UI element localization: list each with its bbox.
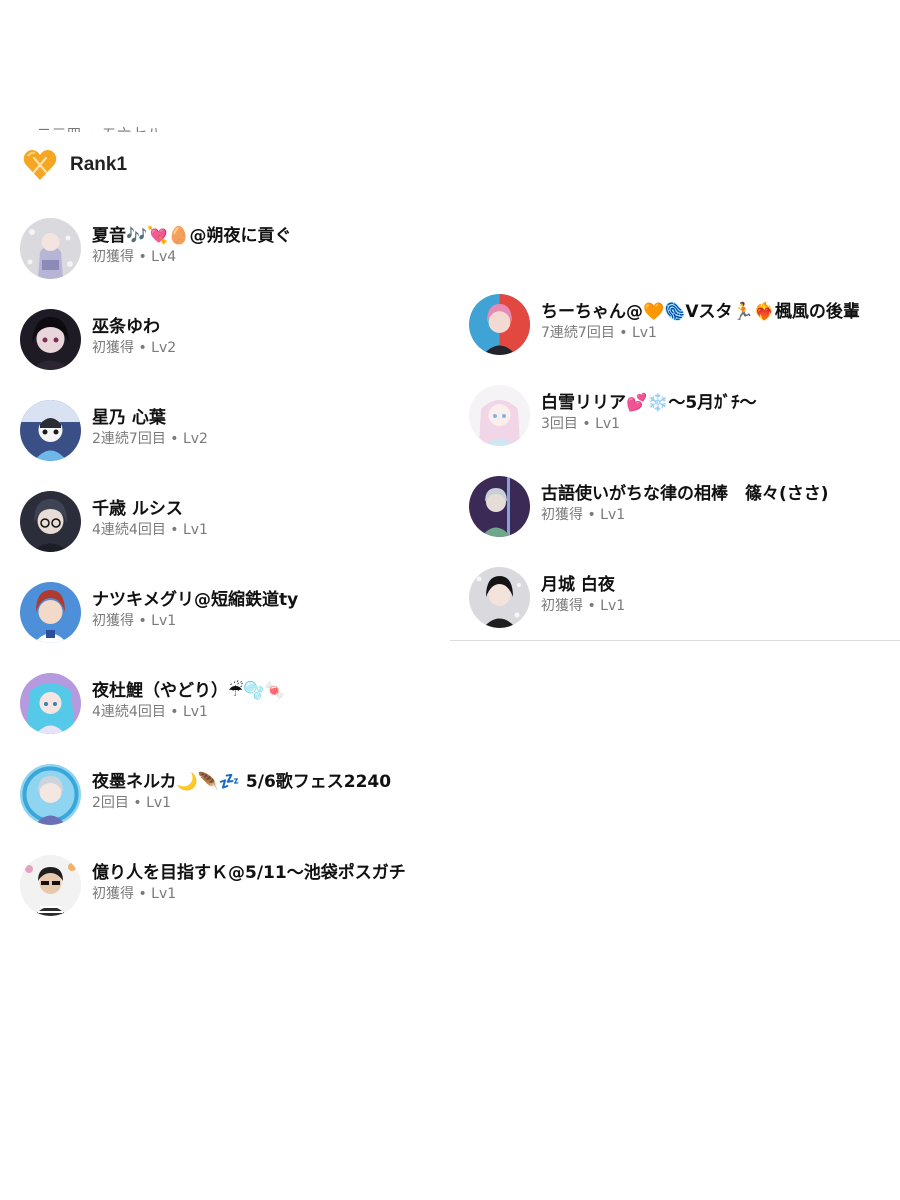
member-name: 巫条ゆわ [92, 317, 160, 337]
member-item[interactable]: 夏音🎶💘🥚@朔夜に貢ぐ 初獲得 • Lv4 [20, 218, 440, 309]
member-name: 夏音🎶💘🥚@朔夜に貢ぐ [92, 226, 292, 246]
member-avatar [20, 309, 81, 370]
rank-title: Rank1 [70, 154, 128, 175]
member-status: 2回目 • Lv1 [92, 795, 172, 811]
member-status: 4連続4回目 • Lv1 [92, 704, 208, 720]
member-status: 初獲得 • Lv1 [92, 886, 177, 902]
member-item[interactable]: 星乃 心葉 2連続7回目 • Lv2 [20, 400, 440, 491]
member-item[interactable]: 巫条ゆわ 初獲得 • Lv2 [20, 309, 440, 400]
member-status: 初獲得 • Lv2 [92, 340, 177, 356]
member-status: 4連続4回目 • Lv1 [92, 522, 208, 538]
member-name: 夜杜鯉（やどり）☔🫧🍬 [92, 681, 286, 701]
left-member-list: 夏音🎶💘🥚@朔夜に貢ぐ 初獲得 • Lv4 巫条ゆわ 初獲得 • Lv2 星乃 … [20, 218, 440, 946]
right-member-list: ちーちゃん@🧡🫆Vスタ🏃❤️‍🔥楓風の後輩 7連続7回目 • Lv1 白雪リリア… [469, 294, 900, 658]
member-item[interactable]: ちーちゃん@🧡🫆Vスタ🏃❤️‍🔥楓風の後輩 7連続7回目 • Lv1 [469, 294, 900, 385]
member-item[interactable]: ナツキメグリ@短縮鉄道ty 初獲得 • Lv1 [20, 582, 440, 673]
member-name: 古語使いがちな律の相棒 篠々(ささ) [541, 484, 829, 504]
member-avatar [20, 855, 81, 916]
member-item[interactable]: 白雪リリア💕❄️〜5月ｶﾞﾁ〜 3回目 • Lv1 [469, 385, 900, 476]
member-avatar [469, 567, 530, 628]
member-name: 白雪リリア💕❄️〜5月ｶﾞﾁ〜 [541, 393, 757, 413]
member-item[interactable]: 千歳 ルシス 4連続4回目 • Lv1 [20, 491, 440, 582]
member-item[interactable]: 億り人を目指すＫ@5/11〜池袋ポスガチ 初獲得 • Lv1 [20, 855, 440, 946]
member-avatar [469, 385, 530, 446]
member-name: 夜墨ネルカ🌙🪶💤 5/6歌フェス2240 [92, 772, 392, 792]
member-name: ナツキメグリ@短縮鉄道ty [92, 590, 299, 610]
member-item[interactable]: 夜墨ネルカ🌙🪶💤 5/6歌フェス2240 2回目 • Lv1 [20, 764, 440, 855]
cutoff-text: 一二三四 • 五六七八 [22, 124, 217, 132]
member-avatar [20, 673, 81, 734]
member-name: 星乃 心葉 [92, 408, 166, 428]
member-name: 億り人を目指すＫ@5/11〜池袋ポスガチ [92, 863, 406, 883]
member-item[interactable]: 夜杜鯉（やどり）☔🫧🍬 4連続4回目 • Lv1 [20, 673, 440, 764]
member-status: 初獲得 • Lv1 [541, 598, 626, 614]
rank-header: Rank1 [22, 143, 127, 187]
member-status: 初獲得 • Lv1 [92, 613, 177, 629]
member-avatar [469, 476, 530, 537]
member-avatar [20, 491, 81, 552]
member-item[interactable]: 古語使いがちな律の相棒 篠々(ささ) 初獲得 • Lv1 [469, 476, 900, 567]
member-avatar [20, 218, 81, 279]
member-status: 2連続7回目 • Lv2 [92, 431, 208, 447]
member-avatar [20, 582, 81, 643]
member-name: ちーちゃん@🧡🫆Vスタ🏃❤️‍🔥楓風の後輩 [541, 302, 860, 322]
member-status: 3回目 • Lv1 [541, 416, 621, 432]
member-name: 千歳 ルシス [92, 499, 183, 519]
section-divider [450, 640, 900, 641]
orange-heart-rank-icon [23, 150, 57, 180]
member-item[interactable]: 月城 白夜 初獲得 • Lv1 [469, 567, 900, 658]
cutoff-text-row: 一二三四 • 五六七八 [22, 118, 217, 132]
member-status: 初獲得 • Lv1 [541, 507, 626, 523]
member-status: 7連続7回目 • Lv1 [541, 325, 657, 341]
member-status: 初獲得 • Lv4 [92, 249, 177, 265]
member-avatar [20, 400, 81, 461]
member-name: 月城 白夜 [541, 575, 615, 595]
member-avatar [469, 294, 530, 355]
member-avatar [20, 764, 81, 825]
